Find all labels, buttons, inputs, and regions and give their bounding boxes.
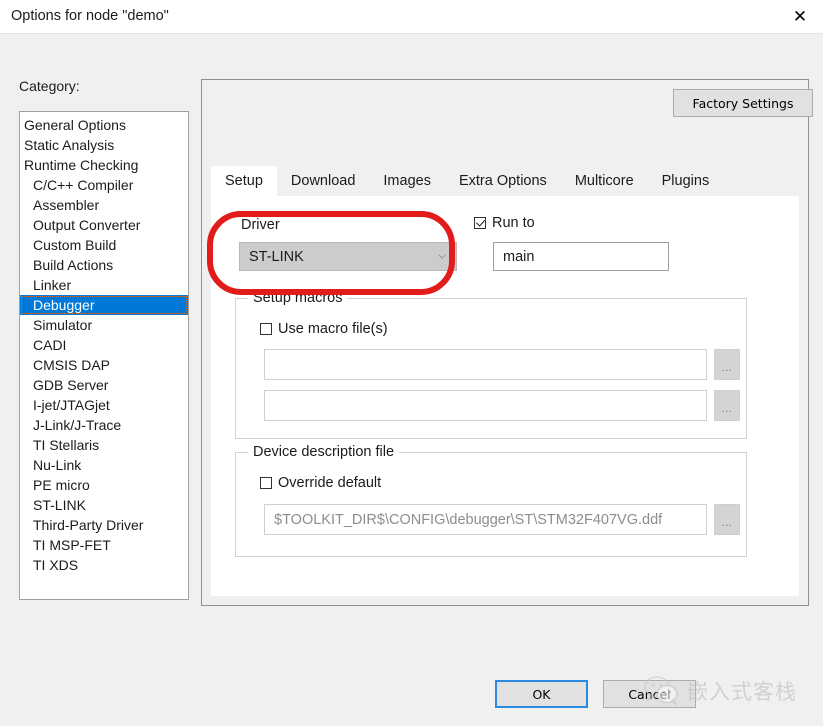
sidebar-item-i-jet-jtagjet[interactable]: I-jet/JTAGjet [20,395,188,415]
cancel-button[interactable]: Cancel [603,680,696,708]
sidebar-item-simulator[interactable]: Simulator [20,315,188,335]
window-title-bar: Options for node "demo" ✕ [0,0,823,34]
macro-file-row-2: ... [264,390,740,421]
sidebar-item-linker[interactable]: Linker [20,275,188,295]
tab-images[interactable]: Images [369,166,445,196]
driver-select[interactable]: ST-LINK ⌵ [239,242,457,271]
override-default-checkbox[interactable] [260,477,272,489]
sidebar-item-nu-link[interactable]: Nu-Link [20,455,188,475]
sidebar-item-general-options[interactable]: General Options [20,115,188,135]
use-macro-files-label: Use macro file(s) [278,321,388,337]
tab-plugins[interactable]: Plugins [648,166,724,196]
tab-extra-options[interactable]: Extra Options [445,166,561,196]
device-description-file-group: Device description file Override default… [235,444,747,557]
sidebar-item-cadi[interactable]: CADI [20,335,188,355]
setup-macros-group: Setup macros Use macro file(s) ... ... [235,290,747,439]
close-icon[interactable]: ✕ [777,0,823,32]
sidebar-item-assembler[interactable]: Assembler [20,195,188,215]
sidebar-item-c-c-compiler[interactable]: C/C++ Compiler [20,175,188,195]
sidebar-item-build-actions[interactable]: Build Actions [20,255,188,275]
sidebar-item-gdb-server[interactable]: GDB Server [20,375,188,395]
run-to-checkbox[interactable] [474,217,486,229]
macro-file-row-1: ... [264,349,740,380]
sidebar-item-static-analysis[interactable]: Static Analysis [20,135,188,155]
override-default-label: Override default [278,475,382,491]
ok-button[interactable]: OK [495,680,588,708]
sidebar-item-ti-stellaris[interactable]: TI Stellaris [20,435,188,455]
window-title: Options for node "demo" [11,8,169,24]
device-description-file-title: Device description file [248,444,400,460]
run-to-label: Run to [492,215,535,231]
tab-multicore[interactable]: Multicore [561,166,648,196]
setup-macros-title: Setup macros [248,290,348,306]
run-to-checkbox-row[interactable]: Run to [474,215,535,231]
sidebar-item-runtime-checking[interactable]: Runtime Checking [20,155,188,175]
sidebar-item-st-link[interactable]: ST-LINK [20,495,188,515]
use-macro-files-checkbox[interactable] [260,323,272,335]
tab-content-setup: Driver ST-LINK ⌵ Run to main Setup macro… [211,197,799,596]
macro-file-browse-button-1[interactable]: ... [714,349,740,380]
device-description-file-input[interactable]: $TOOLKIT_DIR$\CONFIG\debugger\ST\STM32F4… [264,504,707,535]
override-default-checkbox-row[interactable]: Override default [260,475,381,491]
run-to-input[interactable]: main [493,242,669,271]
category-list[interactable]: General Options Static Analysis Runtime Ch… [19,111,189,600]
macro-file-input-2[interactable] [264,390,707,421]
watermark-text: 嵌入式客栈 [687,680,797,704]
sidebar-item-pe-micro[interactable]: PE micro [20,475,188,495]
tab-strip[interactable]: Setup Download Images Extra Options Multicor… [211,166,799,197]
sidebar-item-ti-xds[interactable]: TI XDS [20,555,188,575]
factory-settings-button[interactable]: Factory Settings [673,89,813,117]
sidebar-item-ti-msp-fet[interactable]: TI MSP-FET [20,535,188,555]
sidebar-item-j-link-j-trace[interactable]: J-Link/J-Trace [20,415,188,435]
driver-select-value: ST-LINK [249,248,304,265]
sidebar-item-output-converter[interactable]: Output Converter [20,215,188,235]
sidebar-item-custom-build[interactable]: Custom Build [20,235,188,255]
device-description-file-browse-button[interactable]: ... [714,504,740,535]
sidebar-item-cmsis-dap[interactable]: CMSIS DAP [20,355,188,375]
run-to-value: main [503,248,535,265]
macro-file-input-1[interactable] [264,349,707,380]
chevron-down-icon: ⌵ [438,249,446,261]
category-label: Category: [19,78,80,94]
device-description-file-row: $TOOLKIT_DIR$\CONFIG\debugger\ST\STM32F4… [264,504,740,535]
driver-label: Driver [241,217,280,233]
sidebar-item-third-party-driver[interactable]: Third-Party Driver [20,515,188,535]
macro-file-browse-button-2[interactable]: ... [714,390,740,421]
use-macro-files-checkbox-row[interactable]: Use macro file(s) [260,321,388,337]
sidebar-item-debugger[interactable]: Debugger [20,295,188,315]
tab-setup[interactable]: Setup [211,166,277,196]
tab-download[interactable]: Download [277,166,370,196]
